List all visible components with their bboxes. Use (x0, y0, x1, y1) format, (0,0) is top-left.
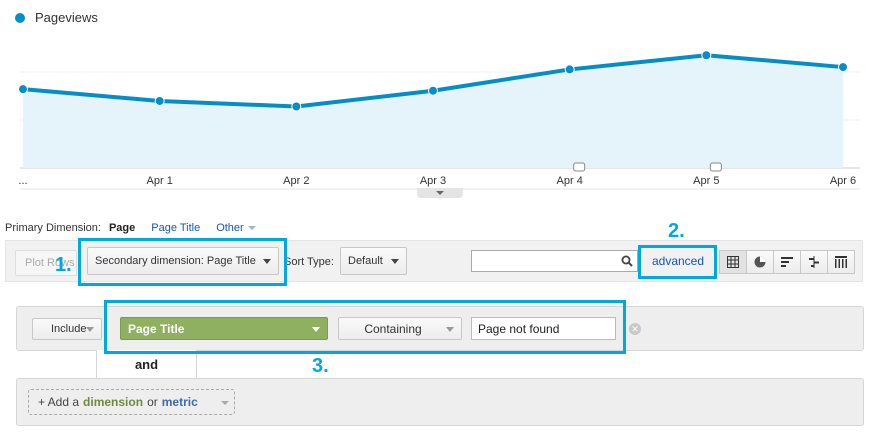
pivot-view-button[interactable] (827, 250, 855, 274)
data-point (291, 101, 302, 112)
chevron-down-icon (263, 259, 271, 264)
x-tick-label: Apr 3 (420, 175, 446, 187)
chevron-down-icon (221, 401, 229, 405)
legend-series-label: Pageviews (35, 10, 98, 25)
pie-view-icon (754, 256, 766, 268)
filter-value-input[interactable]: Page not found (471, 317, 616, 340)
primary-dimension-bar: Primary Dimension: Page Page Title Other (5, 222, 272, 234)
add-dimension-or-metric-button[interactable]: + Add a dimension or metric (28, 389, 235, 415)
table-view-button[interactable] (719, 250, 747, 274)
include-label: Include (51, 323, 87, 335)
x-tick-label: Apr 6 (830, 175, 856, 187)
annotation-number-3: 3. (312, 355, 329, 377)
chevron-down-icon (446, 326, 454, 332)
add-prefix: + Add a (38, 395, 80, 409)
match-type-dropdown[interactable]: Containing (338, 317, 462, 340)
chart-collapse-toggle[interactable] (417, 188, 463, 198)
pageviews-line-chart: ... Apr 1 Apr 2 Apr 3 Apr 4 Apr 5 Apr 6 (18, 50, 860, 190)
performance-view-icon (781, 257, 793, 267)
annotation-marker-icon[interactable] (709, 162, 722, 172)
x-tick-label: Apr 5 (693, 175, 719, 187)
data-point (838, 62, 848, 73)
filter-dimension-dropdown[interactable]: Page Title (120, 317, 328, 340)
secondary-dimension-label: Secondary dimension: Page Title (95, 255, 256, 267)
primary-dimension-page-title[interactable]: Page Title (151, 222, 200, 234)
comparison-view-button[interactable] (800, 250, 828, 274)
data-point (154, 95, 165, 106)
legend-series-dot (15, 12, 25, 23)
data-point (701, 50, 712, 61)
pie-view-button[interactable] (746, 250, 774, 274)
data-point (428, 85, 438, 96)
filter-dimension-label: Page Title (128, 321, 185, 336)
and-connector: and (96, 350, 197, 379)
pivot-view-icon (835, 256, 847, 268)
sort-type-value: Default (348, 255, 383, 267)
chart-legend[interactable]: Pageviews (15, 10, 98, 25)
view-switcher (719, 250, 855, 274)
comparison-view-icon (809, 256, 819, 268)
primary-dimension-page[interactable]: Page (109, 222, 135, 234)
x-tick-label: Apr 2 (283, 175, 309, 187)
search-button[interactable] (616, 250, 638, 272)
data-point (18, 84, 28, 95)
sort-type-label: Sort Type: (284, 256, 334, 268)
x-tick-label: Apr 1 (147, 175, 173, 187)
add-dimension-label: dimension (83, 395, 144, 409)
add-metric-label: metric (161, 395, 198, 409)
match-type-label: Containing (364, 321, 422, 336)
annotation-number-1: 1. (55, 254, 72, 276)
data-point (564, 64, 575, 75)
chevron-down-icon (391, 259, 399, 264)
sort-type-dropdown[interactable]: Default (340, 247, 407, 275)
performance-view-button[interactable] (773, 250, 801, 274)
add-or-label: or (147, 395, 158, 409)
chevron-down-icon (247, 226, 256, 231)
chevron-down-icon (312, 326, 320, 332)
primary-dimension-other[interactable]: Other (216, 222, 256, 234)
chevron-down-icon (86, 327, 94, 332)
table-search-input[interactable] (471, 250, 617, 272)
include-exclude-dropdown[interactable]: Include (32, 318, 102, 340)
table-view-icon (727, 256, 739, 268)
advanced-filter-link[interactable]: advanced (645, 250, 711, 272)
x-tick-label: Apr 4 (557, 175, 583, 187)
secondary-dimension-dropdown[interactable]: Secondary dimension: Page Title (87, 247, 279, 275)
other-label: Other (216, 222, 244, 234)
annotation-number-2: 2. (668, 220, 685, 242)
remove-condition-icon[interactable]: ✕ (629, 323, 641, 335)
x-tick-label: ... (18, 175, 27, 187)
search-icon (621, 255, 633, 267)
annotation-marker-icon[interactable] (573, 162, 586, 172)
primary-dimension-label: Primary Dimension: (5, 222, 101, 234)
